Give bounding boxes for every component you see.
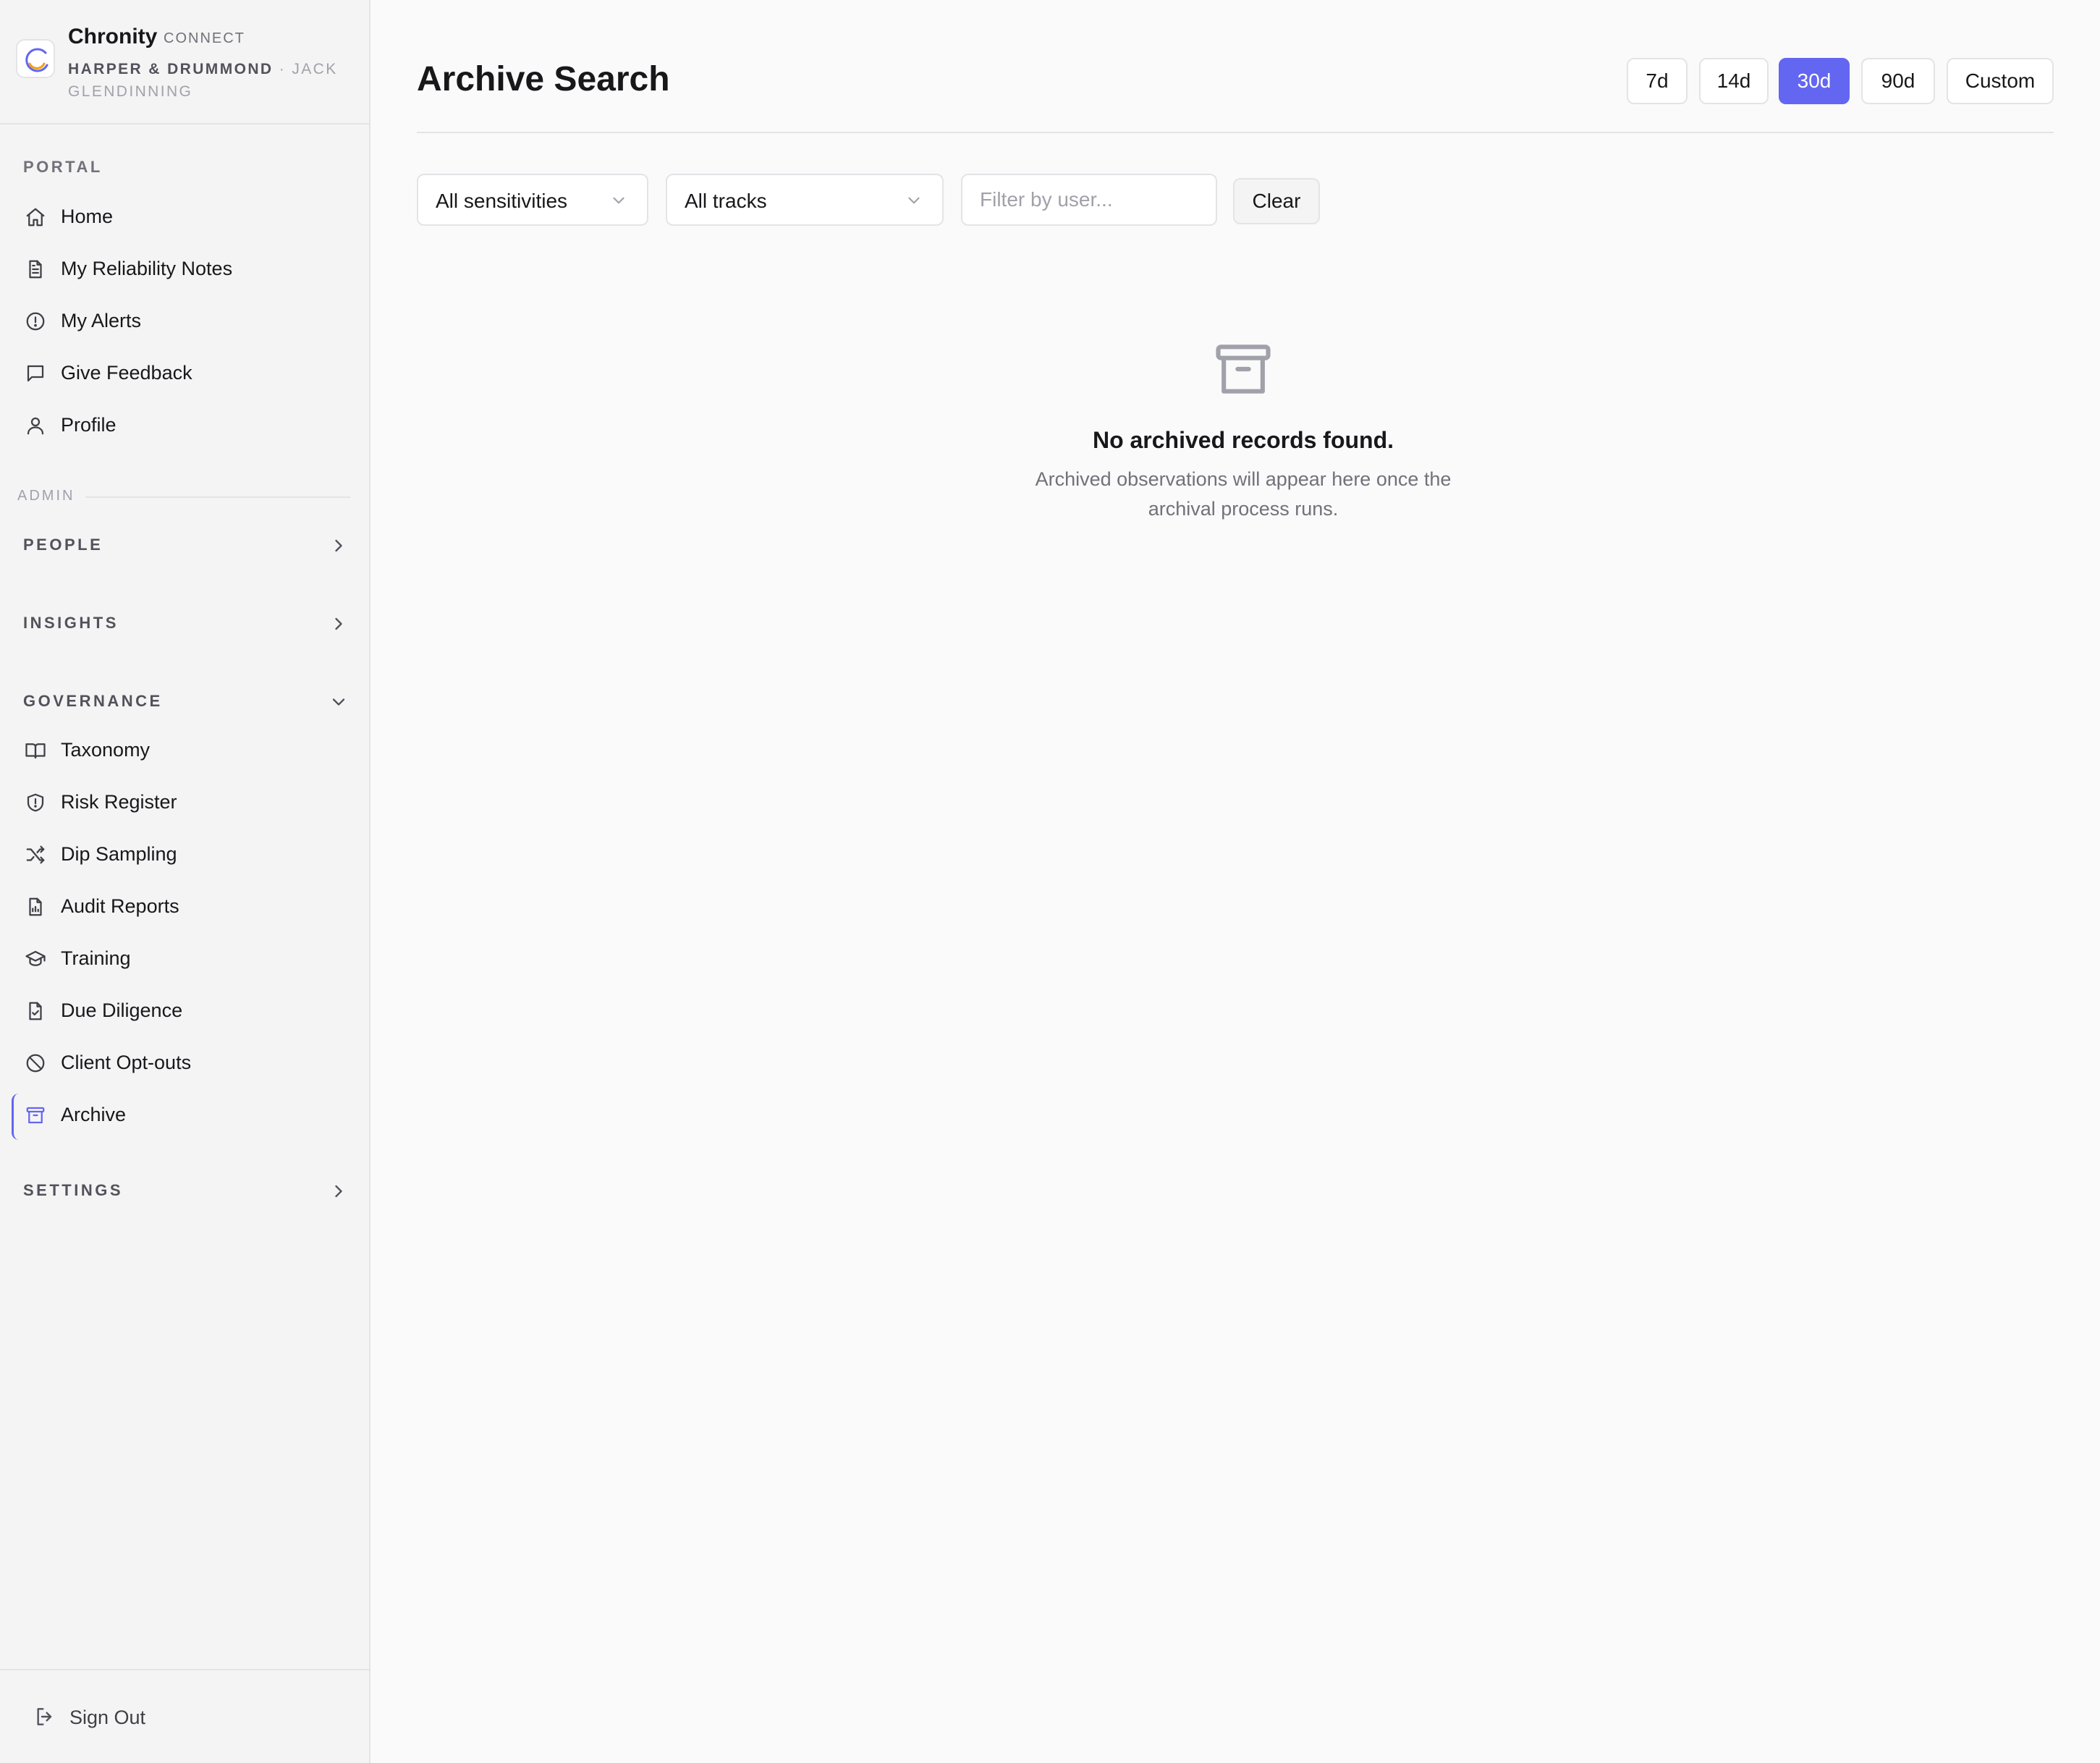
brand-header: Chronity CONNECT HARPER & DRUMMOND · JAC… [16, 22, 356, 101]
sidebar-item-label: Client Opt-outs [61, 1052, 192, 1073]
chevron-right-icon [335, 539, 342, 552]
group-insights[interactable]: INSIGHTS [16, 604, 356, 644]
sidebar-item-dip-sampling[interactable]: Dip Sampling [16, 833, 356, 876]
group-governance[interactable]: GOVERNANCE [16, 682, 356, 722]
shuffle-icon [26, 845, 45, 864]
group-label: SETTINGS [23, 1181, 124, 1199]
sidebar-item-label: My Alerts [61, 310, 142, 331]
book-open-icon [25, 743, 46, 759]
ban-icon [26, 1054, 45, 1073]
sidebar-item-due-diligence[interactable]: Due Diligence [16, 989, 356, 1033]
chevron-down-icon [908, 197, 920, 204]
empty-state-title: No archived records found. [1092, 427, 1394, 453]
group-label: GOVERNANCE [23, 692, 163, 710]
org-separator: · [279, 61, 287, 77]
archive-icon [1216, 344, 1271, 394]
header-divider [417, 132, 2054, 133]
chevron-right-icon [335, 1185, 342, 1198]
sidebar-item-label: Dip Sampling [61, 843, 177, 865]
sidebar-item-label: Risk Register [61, 791, 177, 813]
sidebar-item-label: Home [61, 206, 114, 227]
sidebar-item-my-alerts[interactable]: My Alerts [16, 300, 356, 343]
sidebar-item-give-feedback[interactable]: Give Feedback [16, 352, 356, 395]
sidebar-item-archive[interactable]: Archive [12, 1094, 356, 1140]
admin-section-label: ADMIN [17, 488, 75, 504]
sidebar-item-home[interactable]: Home [16, 195, 356, 239]
sidebar-item-label: Due Diligence [61, 999, 183, 1021]
archive-icon [26, 1107, 45, 1124]
brand-product: CONNECT [164, 30, 245, 46]
empty-state-description: Archived observations will appear here o… [1035, 468, 1452, 520]
portal-section-label: PORTAL [23, 158, 103, 176]
sensitivity-select-value: All sensitivities [436, 190, 568, 212]
tracks-select[interactable]: All tracks [666, 174, 944, 226]
empty-state: No archived records found. Archived obse… [949, 326, 1537, 543]
group-label: PEOPLE [23, 536, 103, 554]
sign-out-button[interactable]: Sign Out [29, 1695, 246, 1738]
graduation-cap-icon [25, 950, 46, 966]
chevron-down-icon [613, 197, 625, 204]
sidebar-footer-divider [0, 1669, 369, 1670]
sidebar-item-label: Audit Reports [61, 895, 179, 917]
sidebar-item-risk-register[interactable]: Risk Register [16, 781, 356, 824]
chevron-down-icon [332, 698, 345, 706]
sidebar-item-taxonomy[interactable]: Taxonomy [16, 729, 356, 772]
chevron-right-icon [335, 617, 342, 630]
sidebar-divider [0, 123, 369, 124]
group-label: INSIGHTS [23, 614, 119, 632]
alert-circle-icon [26, 312, 45, 331]
user-filter-input[interactable] [961, 174, 1217, 226]
document-icon [29, 260, 42, 279]
org-name: HARPER & DRUMMOND [68, 61, 274, 77]
tracks-select-value: All tracks [685, 190, 767, 212]
shield-alert-icon [27, 793, 44, 812]
sign-out-label: Sign Out [69, 1707, 146, 1728]
range-custom-button[interactable]: Custom [1947, 58, 2054, 104]
sidebar-item-client-opt-outs[interactable]: Client Opt-outs [16, 1041, 356, 1085]
sidebar-item-label: Archive [61, 1104, 127, 1125]
admin-divider [85, 496, 350, 498]
range-7d-button[interactable]: 7d [1627, 58, 1688, 104]
file-check-icon [29, 1002, 42, 1020]
group-settings[interactable]: SETTINGS [16, 1171, 356, 1212]
brand-name: Chronity [68, 25, 158, 48]
log-out-icon [37, 1708, 52, 1725]
sidebar-item-label: Give Feedback [61, 362, 192, 384]
group-people[interactable]: PEOPLE [16, 525, 356, 566]
sidebar-item-label: My Reliability Notes [61, 258, 233, 279]
file-chart-icon [29, 897, 42, 916]
home-icon [26, 208, 45, 227]
brand-org-line: HARPER & DRUMMOND · JACK GLENDINNING [68, 58, 343, 103]
sidebar-item-label: Profile [61, 414, 117, 436]
brand-logo-icon [16, 39, 55, 78]
user-icon [27, 417, 44, 435]
range-90d-button[interactable]: 90d [1861, 58, 1935, 104]
page-title: Archive Search [417, 60, 670, 98]
message-square-icon [27, 365, 44, 382]
sidebar-item-label: Training [61, 947, 131, 969]
sidebar: Chronity CONNECT HARPER & DRUMMOND · JAC… [0, 0, 371, 1763]
sensitivity-select[interactable]: All sensitivities [417, 174, 648, 226]
clear-filters-button[interactable]: Clear [1233, 178, 1320, 224]
sidebar-item-training[interactable]: Training [16, 937, 356, 981]
sidebar-item-audit-reports[interactable]: Audit Reports [16, 885, 356, 929]
sidebar-item-profile[interactable]: Profile [16, 404, 356, 447]
main-content: Archive Search 7d 14d 30d 90d Custom All… [371, 0, 2100, 1763]
range-14d-button[interactable]: 14d [1699, 58, 1769, 104]
sidebar-item-reliability-notes[interactable]: My Reliability Notes [16, 248, 356, 291]
sidebar-item-label: Taxonomy [61, 739, 151, 761]
range-30d-button[interactable]: 30d [1779, 58, 1850, 104]
app-root: Chronity CONNECT HARPER & DRUMMOND · JAC… [0, 0, 2100, 1763]
